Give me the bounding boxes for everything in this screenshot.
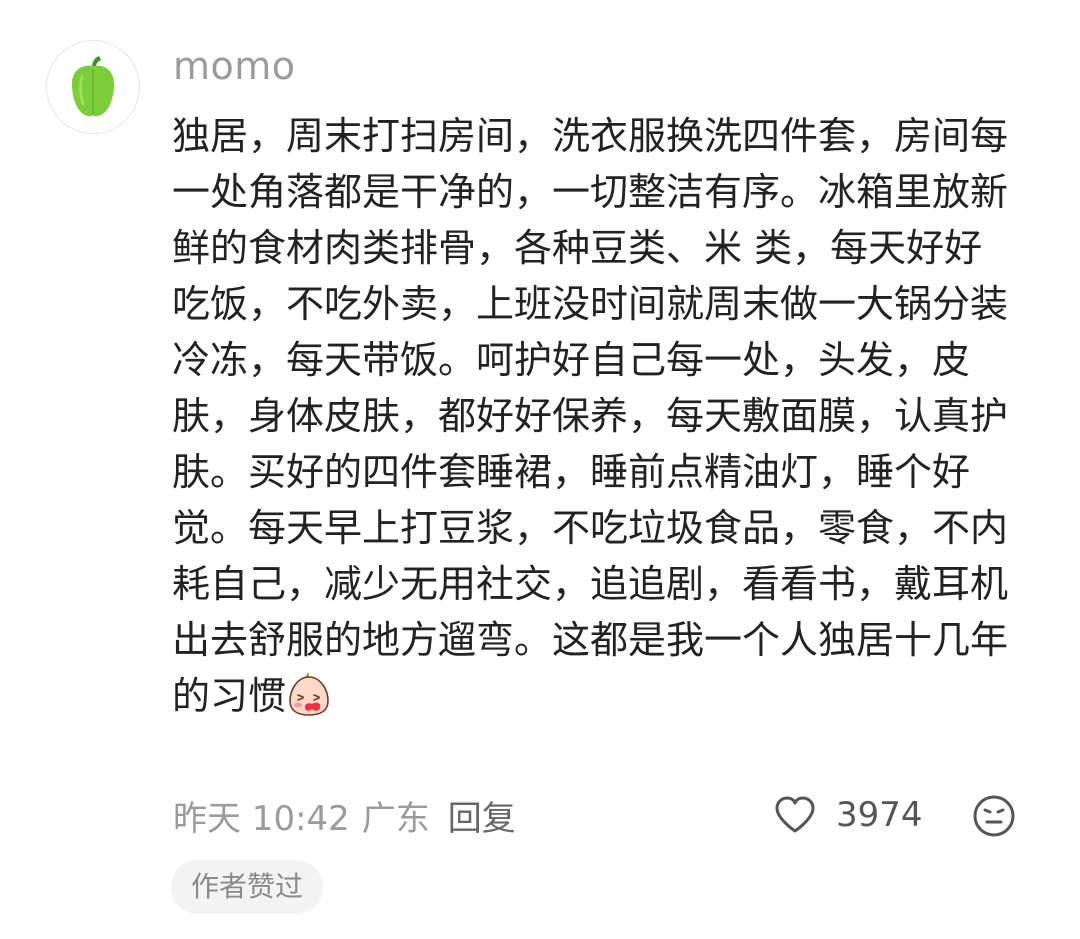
- comment-location: 广东: [361, 798, 430, 839]
- blushing-egg-emoji: [289, 673, 329, 716]
- reply-button[interactable]: 回复: [448, 791, 516, 840]
- green-pepper-icon: [72, 56, 114, 117]
- comment-time: 昨天 10:42: [173, 798, 350, 839]
- like-button[interactable]: 3974: [774, 790, 923, 840]
- avatar[interactable]: [46, 40, 140, 134]
- comment-card: momo 独居，周末打扫房间，洗衣服换洗四件套，房间每一处角落都是干净的，一切整…: [0, 0, 1080, 939]
- author-liked-badge: 作者赞过: [171, 860, 324, 914]
- comment-text-content: 独居，周末打扫房间，洗衣服换洗四件套，房间每一处角落都是干净的，一切整洁有序。冰…: [172, 114, 1009, 718]
- heart-outline-icon: [775, 796, 815, 833]
- username[interactable]: momo: [173, 40, 296, 92]
- frown-face-icon[interactable]: [972, 794, 1016, 838]
- like-count: 3974: [836, 795, 923, 835]
- comment-meta: 昨天 10:42 广东 回复: [173, 791, 516, 840]
- comment-text: 独居，周末打扫房间，洗衣服换洗四件套，房间每一处角落都是干净的，一切整洁有序。冰…: [172, 108, 1014, 724]
